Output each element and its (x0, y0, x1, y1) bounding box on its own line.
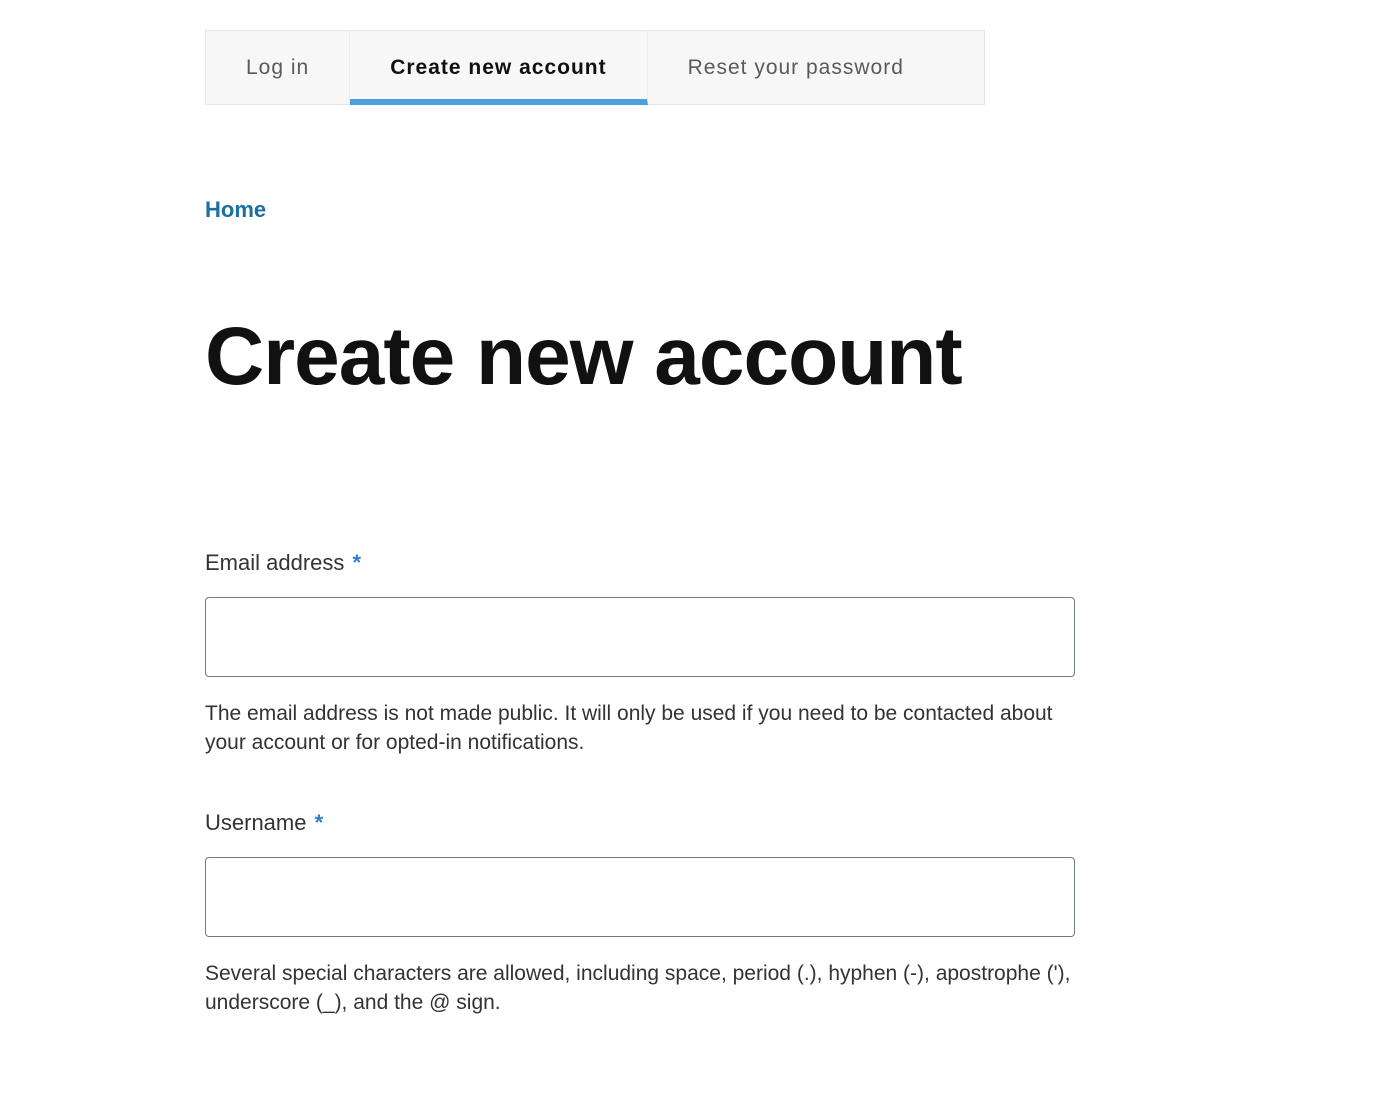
tab-reset-password[interactable]: Reset your password (648, 31, 944, 104)
required-indicator-icon: * (315, 810, 324, 835)
auth-tabs: Log in Create new account Reset your pas… (205, 30, 985, 105)
username-input[interactable] (205, 857, 1075, 937)
tab-login[interactable]: Log in (206, 31, 350, 104)
page-title: Create new account (205, 316, 1195, 398)
username-label-text: Username (205, 810, 306, 835)
tab-create-account[interactable]: Create new account (350, 31, 647, 105)
email-input[interactable] (205, 597, 1075, 677)
email-label-text: Email address (205, 550, 344, 575)
username-help-text: Several special characters are allowed, … (205, 959, 1075, 1018)
breadcrumb-home[interactable]: Home (205, 195, 1195, 226)
email-help-text: The email address is not made public. It… (205, 699, 1075, 758)
email-label: Email address * (205, 548, 1075, 579)
email-field-group: Email address * The email address is not… (205, 548, 1075, 758)
username-field-group: Username * Several special characters ar… (205, 808, 1075, 1018)
username-label: Username * (205, 808, 1075, 839)
required-indicator-icon: * (353, 550, 362, 575)
